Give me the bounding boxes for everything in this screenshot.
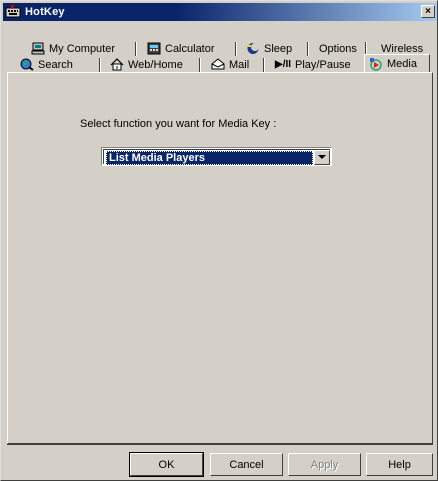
ok-button[interactable]: OK bbox=[129, 452, 204, 477]
tab-label: Web/Home bbox=[128, 58, 183, 71]
hotkey-keyboard-icon bbox=[5, 5, 21, 19]
tab-options[interactable]: Options bbox=[315, 40, 357, 57]
tab-sleep[interactable]: Sleep bbox=[242, 40, 292, 57]
tab-search[interactable]: Search bbox=[16, 56, 73, 73]
chevron-down-icon bbox=[318, 155, 326, 159]
tab-label: Wireless bbox=[381, 42, 424, 55]
media-icon bbox=[369, 57, 383, 71]
search-globe-icon bbox=[20, 58, 34, 71]
cancel-label: Cancel bbox=[229, 458, 264, 471]
sleep-icon bbox=[246, 42, 260, 55]
tab-label: Calculator bbox=[165, 42, 215, 55]
help-button[interactable]: Help bbox=[366, 453, 433, 476]
tab-label: Sleep bbox=[264, 42, 293, 55]
hotkey-window: HotKey × My Computer Calculator Sleep Op… bbox=[0, 0, 438, 481]
window-title: HotKey bbox=[25, 6, 65, 18]
web-home-icon bbox=[110, 58, 124, 71]
mail-icon bbox=[211, 58, 225, 71]
tab-separator bbox=[307, 42, 309, 56]
tab-separator bbox=[135, 42, 137, 56]
tab-label: Search bbox=[38, 58, 73, 71]
calculator-icon bbox=[147, 42, 161, 55]
tab-label: My Computer bbox=[49, 42, 116, 55]
tab-my-computer[interactable]: My Computer bbox=[27, 40, 115, 57]
tab-mail[interactable]: Mail bbox=[207, 56, 249, 73]
title-bar[interactable]: HotKey × bbox=[3, 3, 437, 21]
ok-label: OK bbox=[158, 458, 175, 471]
dropdown-selected-value: List Media Players bbox=[106, 151, 313, 165]
tab-separator bbox=[235, 42, 237, 56]
tab-label: Options bbox=[319, 42, 357, 55]
tab-separator bbox=[263, 58, 265, 72]
dropdown-button[interactable] bbox=[314, 150, 330, 165]
close-button[interactable]: × bbox=[421, 5, 435, 18]
panel-divider bbox=[7, 444, 433, 445]
tab-play-pause[interactable]: ▶/II Play/Pause bbox=[271, 56, 351, 73]
media-key-prompt: Select function you want for Media Key : bbox=[80, 118, 277, 130]
tab-media[interactable]: Media bbox=[364, 54, 430, 73]
apply-button[interactable]: Apply bbox=[288, 453, 361, 476]
dropdown-field: List Media Players bbox=[103, 149, 330, 165]
tab-label: Mail bbox=[229, 58, 250, 71]
play-pause-icon: ▶/II bbox=[275, 59, 292, 70]
apply-label: Apply bbox=[310, 458, 339, 471]
tab-label: Media bbox=[387, 58, 417, 70]
computer-icon bbox=[31, 42, 45, 55]
cancel-button[interactable]: Cancel bbox=[210, 453, 283, 476]
tab-separator bbox=[199, 58, 201, 72]
tab-label: Play/Pause bbox=[295, 58, 351, 71]
tab-calculator[interactable]: Calculator bbox=[143, 40, 215, 57]
tab-web-home[interactable]: Web/Home bbox=[106, 56, 183, 73]
tab-separator bbox=[99, 58, 101, 72]
close-icon: × bbox=[425, 5, 431, 17]
help-label: Help bbox=[388, 458, 411, 471]
media-function-dropdown[interactable]: List Media Players bbox=[101, 147, 332, 166]
